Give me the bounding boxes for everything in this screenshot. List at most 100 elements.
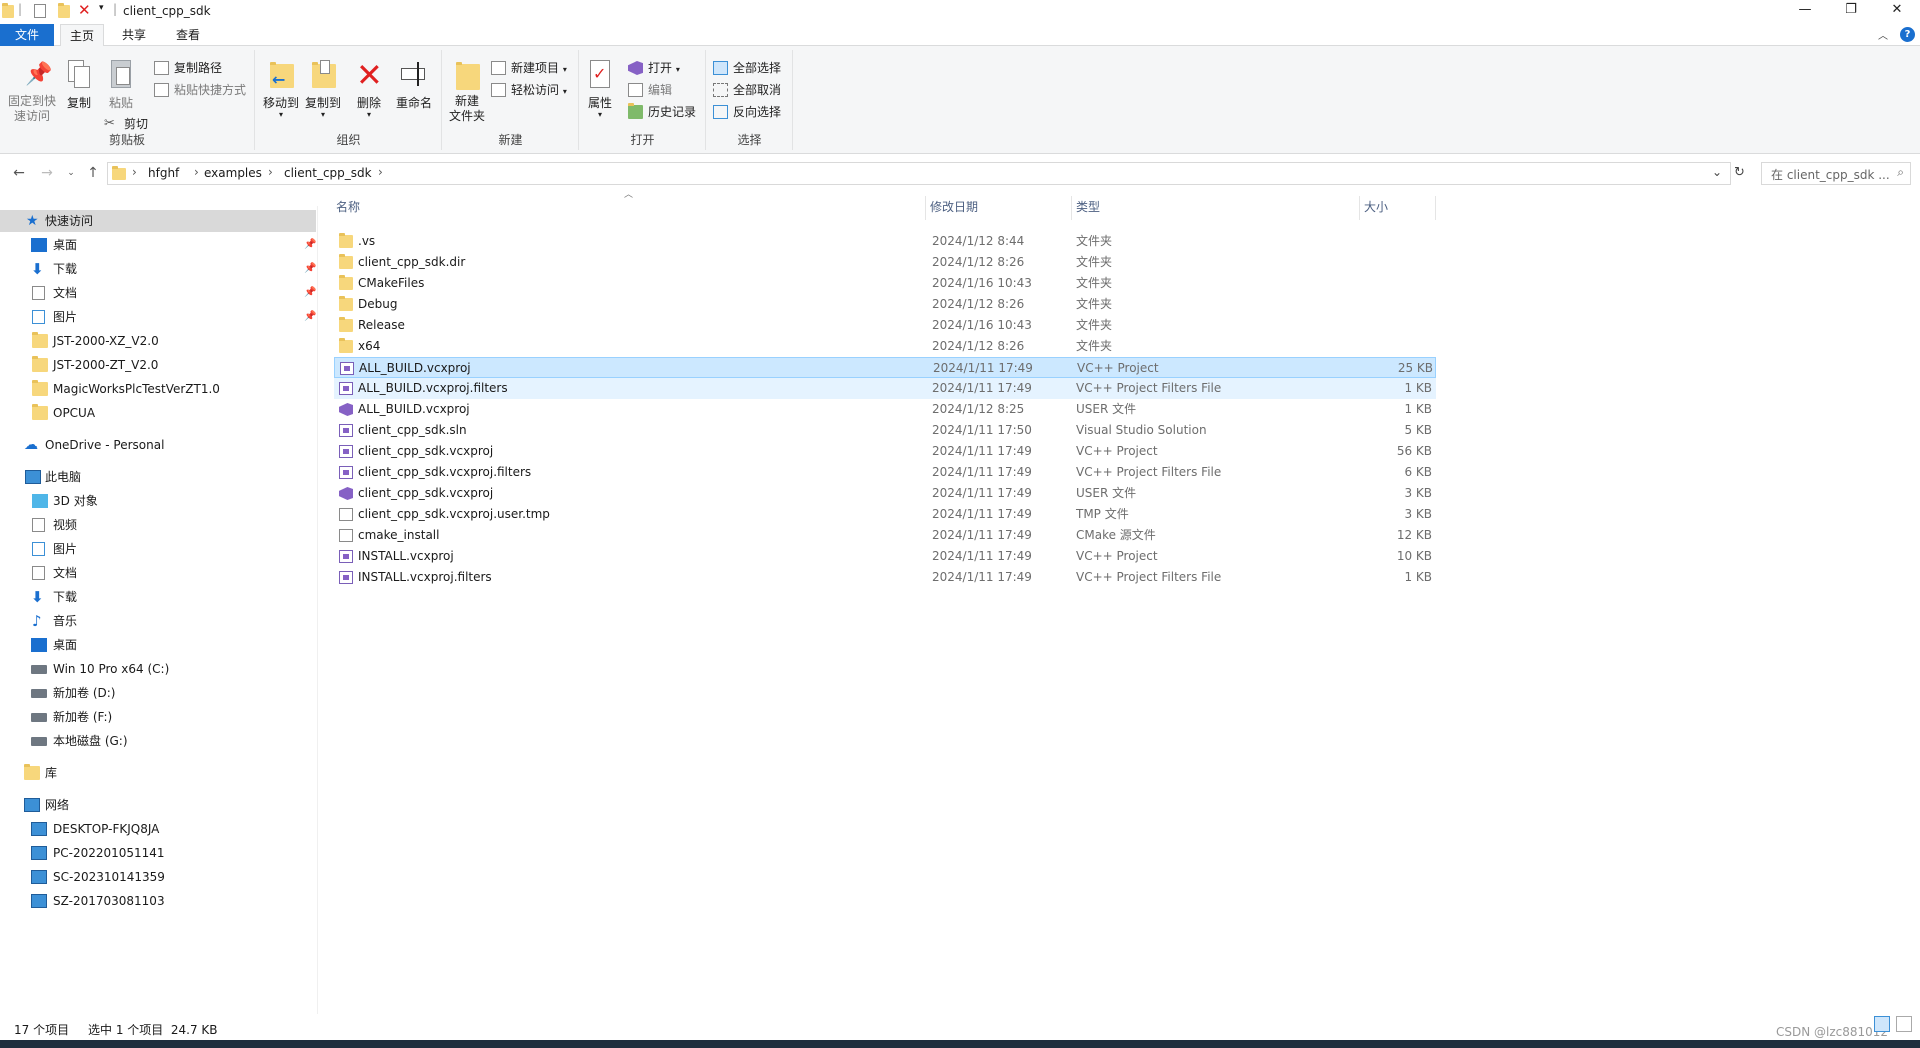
sidebar-item-this-pc[interactable]: 此电脑 [0, 466, 316, 488]
tab-home[interactable]: 主页 [60, 24, 104, 47]
pin-icon[interactable]: 📌 [304, 282, 316, 304]
sidebar-item-pictures[interactable]: 图片 [0, 538, 316, 560]
sidebar-item-network-computer[interactable]: DESKTOP-FKJQ8JA [0, 818, 316, 840]
easy-access-button[interactable]: 轻松访问 ▾ [491, 80, 567, 100]
file-row[interactable]: ALL_BUILD.vcxproj 2024/1/12 8:25 USER 文件 1 … [334, 399, 1436, 420]
minimize-button[interactable]: — [1782, 0, 1828, 22]
rename-button[interactable]: 重命名 [392, 52, 436, 111]
pin-icon[interactable]: 📌 [304, 306, 316, 328]
sidebar-item-network-computer[interactable]: SC-202310141359 [0, 866, 316, 888]
refresh-icon[interactable]: ↻ [1734, 165, 1745, 180]
file-row[interactable]: client_cpp_sdk.sln 2024/1/11 17:50 Visual … [334, 420, 1436, 441]
select-none-button[interactable]: 全部取消 [713, 80, 781, 100]
breadcrumb-separator[interactable]: › [132, 165, 137, 179]
sidebar-item-pictures[interactable]: 图片 📌 [0, 306, 316, 328]
sidebar-item-desktop[interactable]: 桌面 📌 [0, 234, 316, 256]
delete-quick-icon[interactable]: ✕ [78, 1, 91, 19]
sidebar-item-onedrive[interactable]: ☁ OneDrive - Personal [0, 434, 316, 456]
sidebar-item-documents[interactable]: 文档 [0, 562, 316, 584]
breadcrumb-examples[interactable]: examples [204, 166, 262, 180]
recent-locations-icon[interactable]: ⌄ [62, 164, 80, 182]
sidebar-item-downloads[interactable]: ⬇ 下载 📌 [0, 258, 316, 280]
sidebar-item-drive-f[interactable]: 新加卷 (F:) [0, 706, 316, 728]
sidebar-item-videos[interactable]: 视频 [0, 514, 316, 536]
sidebar-item-3d-objects[interactable]: 3D 对象 [0, 490, 316, 512]
file-row[interactable]: cmake_install 2024/1/11 17:49 CMake 源文件 12 … [334, 525, 1436, 546]
properties-button[interactable]: ✓ 属性 ▾ [584, 52, 616, 119]
file-row[interactable]: ALL_BUILD.vcxproj 2024/1/11 17:49 VC++ Pro… [334, 357, 1436, 378]
file-row[interactable]: client_cpp_sdk.vcxproj.filters 2024/1/11 … [334, 462, 1436, 483]
column-header-size[interactable]: 大小 [1362, 196, 1436, 220]
sidebar-item-drive-d[interactable]: 新加卷 (D:) [0, 682, 316, 704]
edit-button[interactable]: 编辑 [628, 80, 672, 100]
column-header-type[interactable]: 类型 [1074, 196, 1360, 220]
file-row[interactable]: Release 2024/1/16 10:43 文件夹 [334, 315, 1436, 336]
pin-icon[interactable]: 📌 [304, 234, 316, 256]
sidebar-item-drive-c[interactable]: Win 10 Pro x64 (C:) [0, 658, 316, 680]
forward-arrow-icon[interactable]: → [38, 164, 56, 182]
file-row[interactable]: INSTALL.vcxproj 2024/1/11 17:49 VC++ Proje… [334, 546, 1436, 567]
sidebar-item-drive-g[interactable]: 本地磁盘 (G:) [0, 730, 316, 752]
large-icons-view-icon[interactable] [1896, 1016, 1912, 1032]
file-row[interactable]: x64 2024/1/12 8:26 文件夹 [334, 336, 1436, 357]
address-dropdown-icon[interactable]: ⌄ [1712, 165, 1722, 179]
pin-quick-access-button[interactable]: 📌 固定到快 速访问 [4, 52, 60, 124]
breadcrumb-separator[interactable]: › [378, 165, 383, 179]
close-button[interactable]: ✕ [1874, 0, 1920, 22]
delete-button[interactable]: ✕ 删除 ▾ [352, 52, 386, 119]
open-button[interactable]: 打开 ▾ [628, 58, 680, 78]
copy-to-button[interactable]: 复制到 ▾ [302, 52, 344, 119]
sidebar-item-quick-access[interactable]: ★ 快速访问 [0, 210, 316, 232]
new-folder-quick-icon[interactable] [58, 3, 70, 18]
copy-path-button[interactable]: 复制路径 [154, 58, 222, 78]
file-row[interactable]: CMakeFiles 2024/1/16 10:43 文件夹 [334, 273, 1436, 294]
help-icon[interactable]: ? [1900, 27, 1915, 42]
file-row[interactable]: client_cpp_sdk.dir 2024/1/12 8:26 文件夹 [334, 252, 1436, 273]
file-row[interactable]: .vs 2024/1/12 8:44 文件夹 [334, 231, 1436, 252]
new-item-button[interactable]: 新建项目 ▾ [491, 58, 567, 78]
breadcrumb-hfghf[interactable]: hfghf [148, 166, 179, 180]
file-row[interactable]: ALL_BUILD.vcxproj.filters 2024/1/11 17:49… [334, 378, 1436, 399]
collapse-ribbon-icon[interactable]: ︿ [1878, 27, 1888, 42]
sidebar-item-libraries[interactable]: 库 [0, 762, 316, 784]
back-arrow-icon[interactable]: ← [10, 164, 28, 182]
sidebar-item-network-computer[interactable]: PC-202201051141 [0, 842, 316, 864]
up-arrow-icon[interactable]: ↑ [84, 164, 102, 182]
column-header-date[interactable]: 修改日期 [928, 196, 1072, 220]
file-row[interactable]: client_cpp_sdk.vcxproj 2024/1/11 17:49 VC+… [334, 441, 1436, 462]
file-row[interactable]: Debug 2024/1/12 8:26 文件夹 [334, 294, 1436, 315]
details-view-icon[interactable] [1874, 1016, 1890, 1032]
tab-share[interactable]: 共享 [114, 24, 154, 46]
sidebar-item-folder[interactable]: MagicWorksPlcTestVerZT1.0 [0, 378, 316, 400]
column-header-name[interactable]: 名称 [334, 196, 926, 220]
tab-view[interactable]: 查看 [166, 24, 210, 46]
history-button[interactable]: 历史记录 [628, 102, 696, 122]
sidebar-item-folder[interactable]: OPCUA [0, 402, 316, 424]
file-row[interactable]: INSTALL.vcxproj.filters 2024/1/11 17:49 VC… [334, 567, 1436, 588]
breadcrumb-separator[interactable]: › [194, 165, 199, 179]
maximize-button[interactable]: ❐ [1828, 0, 1874, 22]
breadcrumb-client-cpp-sdk[interactable]: client_cpp_sdk [284, 166, 372, 180]
file-row[interactable]: client_cpp_sdk.vcxproj.user.tmp 2024/1/11… [334, 504, 1436, 525]
file-row[interactable]: client_cpp_sdk.vcxproj 2024/1/11 17:49 USE… [334, 483, 1436, 504]
paste-shortcut-button[interactable]: 粘贴快捷方式 [154, 80, 246, 100]
address-bar[interactable]: › hfghf › examples › client_cpp_sdk › ⌄ [107, 162, 1731, 185]
sidebar-item-folder[interactable]: JST-2000-XZ_V2.0 [0, 330, 316, 352]
sidebar-item-music[interactable]: ♪ 音乐 [0, 610, 316, 632]
tab-file[interactable]: 文件 [0, 24, 54, 46]
breadcrumb-separator[interactable]: › [268, 165, 273, 179]
paste-button[interactable]: 粘贴 [104, 52, 138, 111]
move-to-button[interactable]: ← 移动到 ▾ [260, 52, 302, 119]
sidebar-item-folder[interactable]: JST-2000-ZT_V2.0 [0, 354, 316, 376]
sidebar-item-documents[interactable]: 文档 📌 [0, 282, 316, 304]
properties-quick-icon[interactable] [34, 4, 46, 18]
copy-button[interactable]: 复制 [62, 52, 96, 111]
new-folder-button[interactable]: 新建 文件夹 [447, 52, 487, 124]
pin-icon[interactable]: 📌 [304, 258, 316, 280]
search-input[interactable]: 在 client_cpp_sdk ... ⌕ [1761, 162, 1911, 185]
select-all-button[interactable]: 全部选择 [713, 58, 781, 78]
invert-selection-button[interactable]: 反向选择 [713, 102, 781, 122]
sidebar-item-desktop[interactable]: 桌面 [0, 634, 316, 656]
sidebar-item-network-computer[interactable]: SZ-201703081103 [0, 890, 316, 912]
sidebar-item-network[interactable]: 网络 [0, 794, 316, 816]
